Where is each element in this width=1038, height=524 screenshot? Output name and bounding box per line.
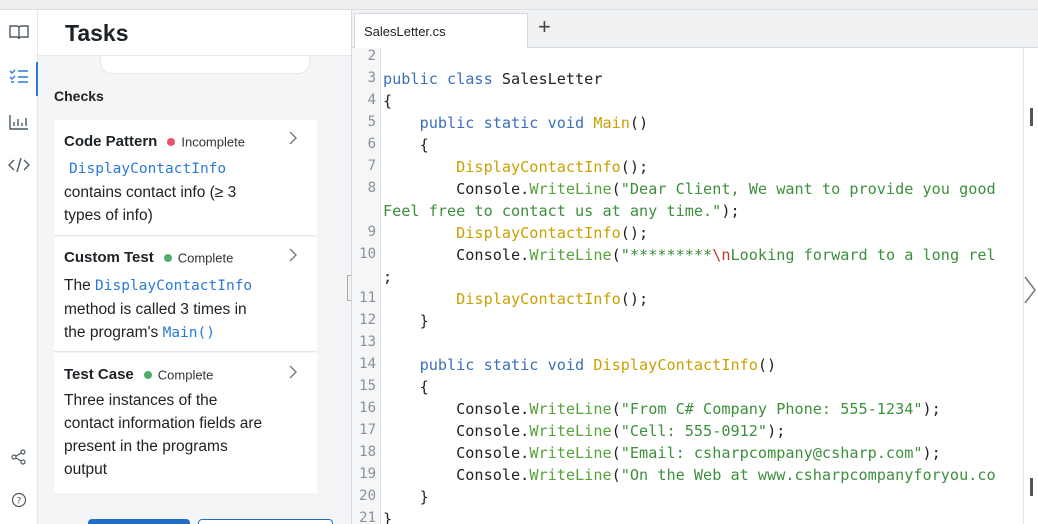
code-line: DisplayContactInfo();	[383, 224, 649, 242]
code-line: }	[383, 312, 429, 330]
code-line: {	[383, 378, 429, 396]
collapse-panel-icon[interactable]	[1024, 275, 1036, 313]
tasks-panel: Tasks Checks Code Pattern Incomplete Disp…	[38, 10, 351, 524]
line-number: 9	[367, 224, 376, 240]
line-number: 11	[359, 290, 376, 306]
line-number: 10	[359, 246, 376, 262]
line-number: 17	[359, 422, 376, 438]
checklist-icon[interactable]	[7, 64, 31, 88]
status-dot	[167, 137, 176, 146]
primary-button[interactable]	[88, 519, 190, 524]
code-editor: SalesLetter.cs + 2 3 4 5 6 7 8 9 10 11 1…	[351, 10, 1038, 524]
chart-icon[interactable]	[7, 110, 31, 134]
tab-label: SalesLetter.cs	[364, 24, 446, 39]
status-dot	[163, 253, 172, 262]
left-rail: ?	[0, 10, 38, 524]
card-title: Test Case	[64, 366, 134, 383]
code-token: Main()	[162, 325, 215, 341]
editor-tab-bar: SalesLetter.cs +	[352, 10, 1038, 48]
code-line: Console.WriteLine("Dear Client, We want …	[383, 180, 996, 198]
status-badge: Incomplete	[181, 134, 245, 150]
line-number: 15	[359, 378, 376, 394]
line-number: 19	[359, 466, 376, 482]
code-text-area[interactable]: public class SalesLetter { public static…	[383, 48, 1023, 524]
progress-pill	[100, 56, 310, 74]
card-title-row: Test Case Complete	[64, 366, 213, 383]
desc-line: Three instances of the	[64, 392, 218, 409]
help-icon[interactable]: ?	[7, 488, 31, 512]
code-line: Console.WriteLine("*********\nLooking fo…	[383, 246, 996, 264]
card-description: Three instances of the contact informati…	[64, 389, 304, 481]
desc-line: present in the programs	[64, 438, 228, 455]
add-tab-button[interactable]: +	[538, 14, 551, 40]
line-number: 21	[359, 510, 376, 524]
line-number: 13	[359, 334, 376, 350]
code-line: }	[383, 488, 429, 506]
line-number: 3	[367, 70, 376, 86]
status-dot	[143, 370, 152, 379]
code-line: public static void Main()	[383, 114, 649, 132]
top-strip	[0, 0, 1038, 10]
line-number: 18	[359, 444, 376, 460]
code-line: }	[383, 510, 393, 524]
secondary-button[interactable]	[198, 519, 333, 524]
chevron-right-icon[interactable]	[289, 248, 297, 267]
code-icon[interactable]	[7, 153, 31, 177]
line-number: 2	[367, 48, 376, 64]
code-line: Console.WriteLine("On the Web at www.csh…	[383, 466, 996, 484]
desc-line: output	[64, 461, 108, 478]
desc-text: the program's	[64, 324, 159, 341]
card-title: Custom Test	[64, 249, 154, 266]
line-number: 20	[359, 488, 376, 504]
code-line: public class SalesLetter	[383, 70, 603, 88]
line-number: 16	[359, 400, 376, 416]
card-title-row: Custom Test Complete	[64, 249, 233, 266]
desc-line: contains contact info (≥ 3	[64, 184, 237, 201]
code-token: DisplayContactInfo	[69, 161, 227, 177]
line-number: 12	[359, 312, 376, 328]
chevron-right-icon[interactable]	[289, 131, 297, 150]
code-line: Console.WriteLine("Cell: 555-0912");	[383, 422, 786, 440]
desc-line: contact information fields are	[64, 415, 263, 432]
chevron-right-icon[interactable]	[289, 365, 297, 384]
line-number: 7	[367, 158, 376, 174]
code-line: {	[383, 136, 429, 154]
code-line: {	[383, 92, 393, 110]
line-number: 8	[367, 180, 376, 196]
share-icon[interactable]	[7, 445, 31, 469]
check-card-test-case[interactable]: Test Case Complete Three instances of the…	[54, 353, 317, 493]
tasks-header: Tasks	[38, 10, 351, 56]
code-line: DisplayContactInfo();	[383, 158, 649, 176]
checks-label: Checks	[54, 88, 104, 104]
svg-text:?: ?	[17, 497, 22, 507]
card-title-row: Code Pattern Incomplete	[64, 133, 245, 150]
check-card-code-pattern[interactable]: Code Pattern Incomplete DisplayContactInf…	[54, 120, 317, 236]
line-number: 6	[367, 136, 376, 152]
status-badge: Complete	[157, 367, 214, 383]
line-number: 14	[359, 356, 376, 372]
line-number: 5	[367, 114, 376, 130]
tab-saleslettercs[interactable]: SalesLetter.cs	[354, 13, 528, 48]
code-line: DisplayContactInfo();	[383, 290, 649, 308]
card-description: DisplayContactInfo contains contact info…	[64, 157, 294, 227]
code-line-wrapped: ;	[383, 268, 393, 286]
check-card-custom-test[interactable]: Custom Test Complete The DisplayContactIn…	[54, 237, 317, 352]
line-number-gutter: 2 3 4 5 6 7 8 9 10 11 12 13 14 15 16 17 …	[352, 48, 381, 524]
code-line: Console.WriteLine("From C# Company Phone…	[383, 400, 941, 418]
card-title: Code Pattern	[64, 133, 158, 150]
code-line-wrapped: Feel free to contact us at any time.");	[383, 202, 740, 220]
code-token: DisplayContactInfo	[95, 278, 253, 294]
status-badge: Complete	[177, 250, 234, 266]
code-line: Console.WriteLine("Email: csharpcompany@…	[383, 444, 941, 462]
desc-line: method is called 3 times in	[64, 301, 247, 318]
tasks-title: Tasks	[65, 20, 129, 46]
code-line: public static void DisplayContactInfo()	[383, 356, 777, 374]
desc-text: The	[64, 277, 91, 294]
desc-line: types of info)	[64, 207, 153, 224]
line-number: 4	[367, 92, 376, 108]
card-description: The DisplayContactInfo method is called …	[64, 274, 304, 345]
scroll-marker	[1030, 478, 1033, 496]
scroll-marker	[1030, 108, 1033, 126]
book-icon[interactable]	[7, 20, 31, 44]
